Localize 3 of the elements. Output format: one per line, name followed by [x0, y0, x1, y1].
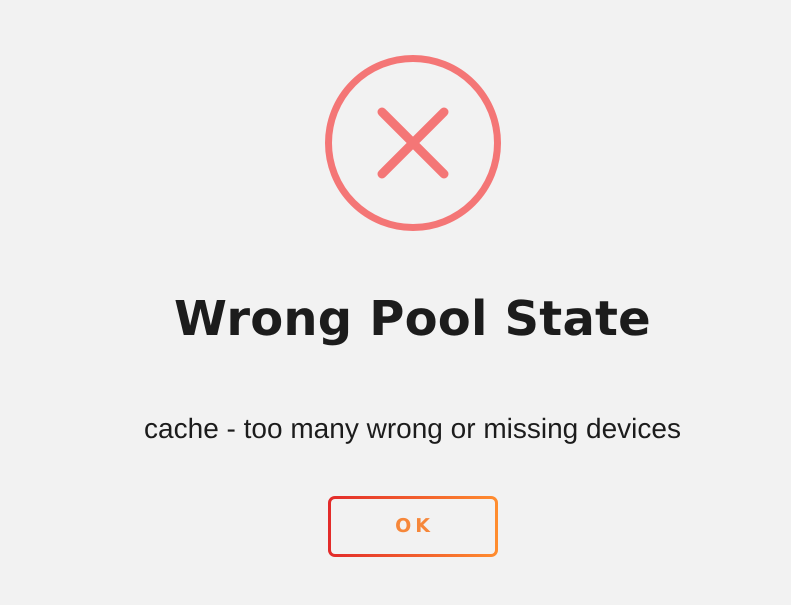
dialog-message: cache - too many wrong or missing devices: [144, 412, 681, 446]
dialog-title: Wrong Pool State: [174, 291, 651, 349]
error-circle-icon: [324, 55, 500, 231]
